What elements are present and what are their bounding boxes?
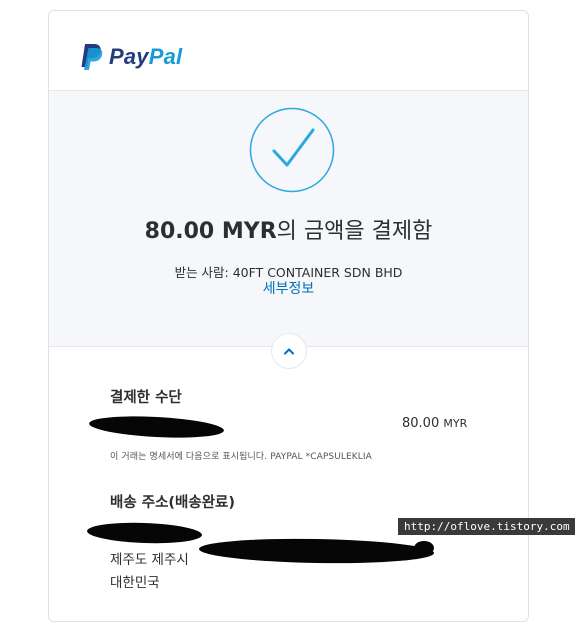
shipping-address-title: 배송 주소(배송완료): [110, 495, 236, 511]
details-link[interactable]: 세부정보: [49, 278, 528, 298]
paypal-wordmark: PayPal: [109, 44, 182, 70]
amount-suffix: 의 금액을 결제함: [276, 219, 433, 244]
wordmark-pay: Pay: [109, 44, 149, 69]
confirmation-panel: 80.00 MYR의 금액을 결제함 받는 사람: 40FT CONTAINER…: [49, 90, 528, 347]
address-line: 제주도 제주시: [110, 552, 189, 568]
payment-amount-value: 80.00: [402, 416, 440, 431]
payment-amount: 80.00 MYR: [402, 416, 467, 431]
check-circle-icon: [249, 107, 335, 193]
blog-watermark: http://oflove.tistory.com: [398, 518, 575, 535]
redacted-address-tail: [414, 541, 434, 555]
chevron-up-icon: [284, 348, 294, 355]
paypal-p-icon: [81, 44, 103, 70]
payment-currency: MYR: [443, 417, 468, 430]
redacted-recipient-name: [86, 520, 203, 546]
redacted-address: [198, 536, 435, 566]
address-country: 대한민국: [110, 575, 160, 591]
payment-method-title: 결제한 수단: [110, 390, 182, 406]
collapse-button[interactable]: [271, 333, 307, 369]
statement-descriptor: 이 거래는 명세서에 다음으로 표시됩니다. PAYPAL *CAPSULEKL…: [110, 452, 372, 462]
wordmark-pal: Pal: [148, 44, 183, 69]
amount-value: 80.00 MYR: [144, 219, 277, 244]
redacted-card-info: [88, 413, 225, 441]
amount-paid-heading: 80.00 MYR의 금액을 결제함: [49, 213, 528, 245]
paypal-logo: PayPal: [79, 42, 182, 72]
